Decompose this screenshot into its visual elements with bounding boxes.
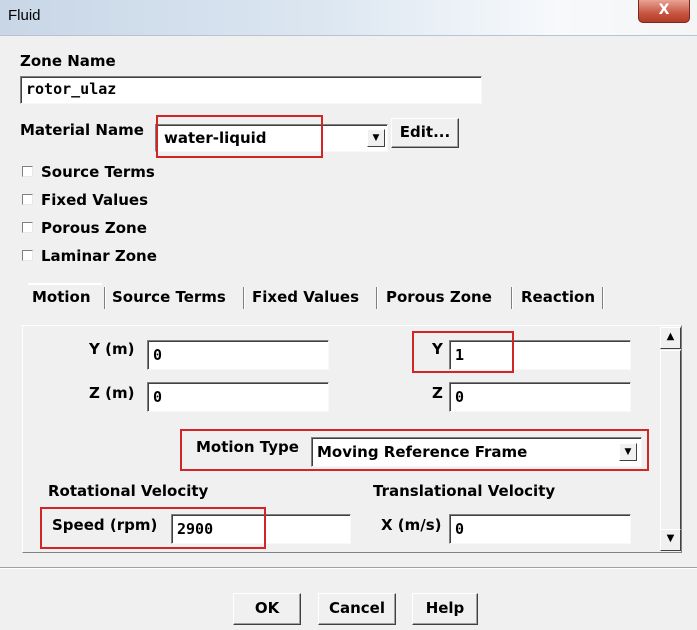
ok-label: OK [254,599,280,617]
origin-z-input[interactable]: 0 [147,382,329,412]
origin-y-input[interactable]: 0 [147,340,329,370]
material-highlight-box [156,115,323,158]
tab-divider [243,287,245,309]
laminar-zone-label: Laminar Zone [41,247,157,265]
tab-divider [511,287,513,309]
close-icon: X [658,2,670,18]
cancel-label: Cancel [328,599,385,617]
motion-type-highlight-box [180,429,649,471]
zone-name-input[interactable]: rotor_ulaz [20,76,482,104]
active-tab-edge [28,283,102,285]
origin-y-label: Y (m) [89,340,135,358]
title-bar: Fluid X [0,0,697,36]
scrollbar-thumb[interactable] [660,350,681,540]
translational-x-input[interactable]: 0 [449,514,631,544]
window-title: Fluid [8,7,41,24]
edit-material-button[interactable]: Edit... [391,118,459,148]
checkbox-icon[interactable] [22,250,33,261]
speed-highlight-box [40,507,266,549]
axis-y-highlight-box [412,331,514,373]
tab-motion[interactable]: Motion [32,284,91,312]
translational-x-label: X (m/s) [381,516,442,534]
zone-name-value: rotor_ulaz [26,80,117,98]
edit-material-label: Edit... [399,123,451,141]
tab-porous-zone-label: Porous Zone [386,288,492,306]
tab-motion-label: Motion [32,288,91,306]
checkbox-icon[interactable] [22,166,33,177]
rotational-velocity-title: Rotational Velocity [48,482,209,500]
tab-divider [104,287,106,309]
origin-z-value: 0 [153,388,163,406]
translational-x-value: 0 [455,520,465,538]
cancel-button[interactable]: Cancel [318,593,396,625]
material-dropdown-arrow-icon[interactable]: ▼ [367,129,385,147]
ok-button[interactable]: OK [233,593,301,625]
tab-fixed-values[interactable]: Fixed Values [252,284,359,312]
scroll-up-arrow-icon[interactable]: ▲ [660,327,681,349]
translational-velocity-title: Translational Velocity [373,482,556,500]
source-terms-label: Source Terms [41,163,155,181]
tab-source-terms-label: Source Terms [112,288,226,306]
close-button[interactable]: X [638,0,690,23]
axis-z-label: Z [432,384,443,402]
origin-y-value: 0 [153,346,163,364]
help-label: Help [425,599,465,617]
tab-fixed-values-label: Fixed Values [252,288,360,306]
tab-divider [376,287,378,309]
tab-divider [602,287,604,309]
zone-name-label: Zone Name [20,52,116,70]
axis-z-value: 0 [455,388,465,406]
material-name-label: Material Name [20,121,144,139]
scroll-down-arrow-icon[interactable]: ▼ [660,529,681,551]
tab-reaction[interactable]: Reaction [521,284,595,312]
help-button[interactable]: Help [412,593,478,625]
axis-z-input[interactable]: 0 [449,382,631,412]
fixed-values-label: Fixed Values [41,191,149,209]
footer-divider [0,567,697,569]
tab-porous-zone[interactable]: Porous Zone [386,284,492,312]
tab-reaction-label: Reaction [521,288,596,306]
origin-z-label: Z (m) [89,384,135,402]
checkbox-icon[interactable] [22,222,33,233]
tab-source-terms[interactable]: Source Terms [112,284,226,312]
checkbox-icon[interactable] [22,194,33,205]
porous-zone-label: Porous Zone [41,219,147,237]
